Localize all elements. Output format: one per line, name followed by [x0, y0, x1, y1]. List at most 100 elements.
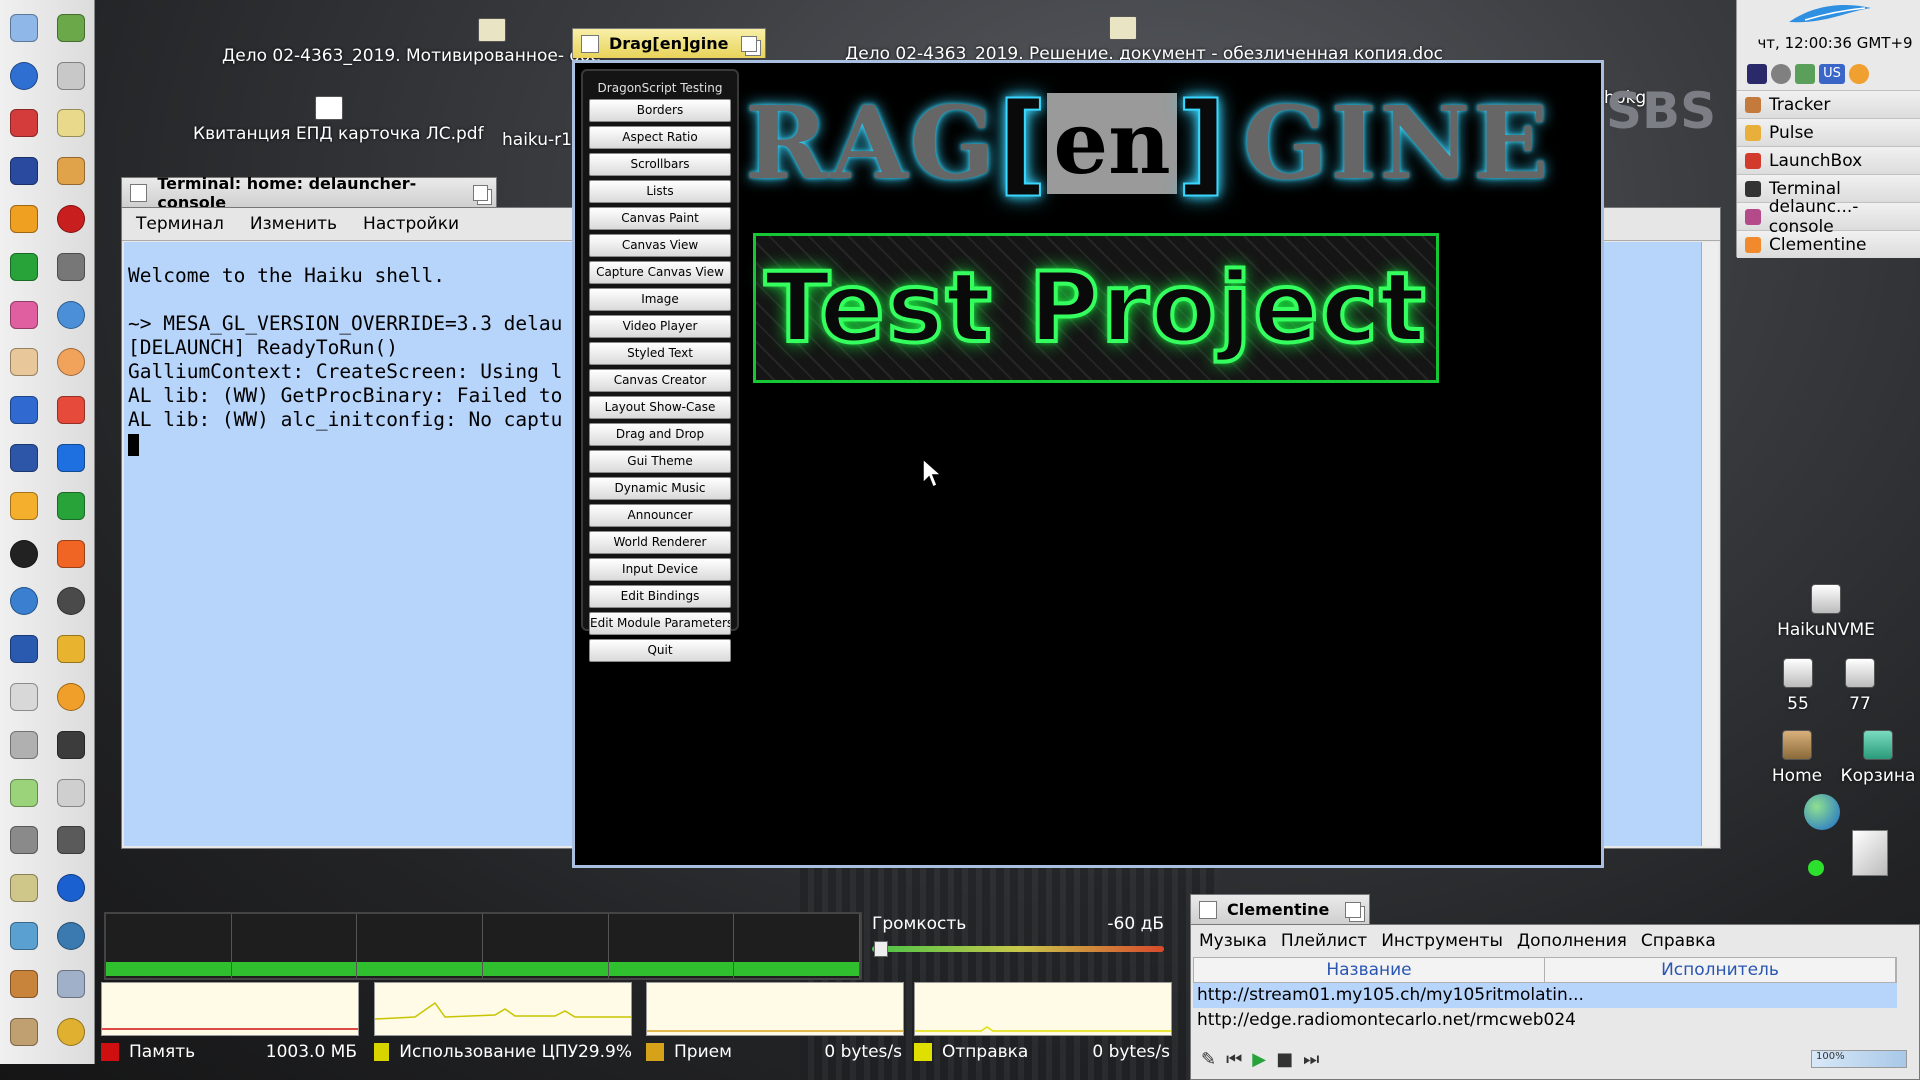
- dock-app-icon[interactable]: [47, 912, 94, 960]
- scrollbars-button[interactable]: Scrollbars: [589, 153, 731, 176]
- desktop-file[interactable]: haiku-r1: [502, 130, 572, 150]
- dock-app-icon[interactable]: [0, 482, 47, 530]
- dock-app-icon[interactable]: [0, 625, 47, 673]
- dock-app-icon[interactable]: [47, 721, 94, 769]
- desktop-volume[interactable]: 55: [1770, 658, 1826, 714]
- dock-app-icon[interactable]: [47, 864, 94, 912]
- lists-button[interactable]: Lists: [589, 180, 731, 203]
- world-renderer-button[interactable]: World Renderer: [589, 531, 731, 554]
- dock-app-icon[interactable]: [47, 530, 94, 578]
- styled-text-button[interactable]: Styled Text: [589, 342, 731, 365]
- zoom-icon[interactable]: [741, 35, 757, 52]
- desktop-volume[interactable]: Home: [1762, 730, 1832, 786]
- zoom-icon[interactable]: [472, 184, 488, 201]
- video-player-button[interactable]: Video Player: [589, 315, 731, 338]
- zoom-icon[interactable]: [1345, 901, 1361, 918]
- dock-app-icon[interactable]: [0, 530, 47, 578]
- desktop-volume[interactable]: Корзина: [1836, 730, 1920, 786]
- announcer-button[interactable]: Announcer: [589, 504, 731, 527]
- menu-settings[interactable]: Настройки: [363, 214, 459, 234]
- menu-edit[interactable]: Изменить: [250, 214, 337, 234]
- dock-app-icon[interactable]: [0, 1008, 47, 1056]
- menu-tools[interactable]: Инструменты: [1381, 931, 1503, 951]
- desktop-volume[interactable]: 77: [1832, 658, 1888, 714]
- drag-and-drop-button[interactable]: Drag and Drop: [589, 423, 731, 446]
- borders-button[interactable]: Borders: [589, 99, 731, 122]
- playlist-row[interactable]: http://edge.radiomontecarlo.net/rmcweb02…: [1193, 1008, 1897, 1033]
- previous-icon[interactable]: ⏮: [1226, 1049, 1242, 1070]
- desktop-file[interactable]: Дело 02-4363_2019. Мотивированное- обе: [222, 18, 601, 66]
- canvas-view-button[interactable]: Canvas View: [589, 234, 731, 257]
- dock-app-icon[interactable]: [47, 482, 94, 530]
- dock-app-icon[interactable]: [0, 673, 47, 721]
- dock-app-icon[interactable]: [0, 243, 47, 291]
- layout-show-case-button[interactable]: Layout Show-Case: [589, 396, 731, 419]
- dock-app-icon[interactable]: [47, 625, 94, 673]
- dragengine-window[interactable]: RAG [ en ] GINE Test Project DragonScrip…: [572, 60, 1604, 868]
- dock-app-icon[interactable]: [0, 195, 47, 243]
- dock-app-icon[interactable]: [0, 721, 47, 769]
- dock-app-icon[interactable]: [0, 578, 47, 626]
- dock-app-icon[interactable]: [0, 52, 47, 100]
- team-item-pulse[interactable]: Pulse: [1737, 118, 1920, 146]
- input-device-button[interactable]: Input Device: [589, 558, 731, 581]
- clementine-tray-icon[interactable]: [1849, 64, 1869, 84]
- dock-app-icon[interactable]: [47, 147, 94, 195]
- terminal-title-tab[interactable]: Terminal: home: delauncher-console: [121, 174, 497, 212]
- dock-app-icon[interactable]: [0, 912, 47, 960]
- close-icon[interactable]: [581, 34, 599, 53]
- love-icon[interactable]: ✎: [1201, 1049, 1216, 1070]
- dock-app-icon[interactable]: [47, 578, 94, 626]
- dock-app-icon[interactable]: [47, 1008, 94, 1056]
- volume-slider-knob[interactable]: [874, 941, 888, 957]
- server-box-icon[interactable]: [1852, 830, 1888, 876]
- dragengine-title-tab[interactable]: Drag[en]gine: [572, 28, 766, 58]
- close-icon[interactable]: [1199, 900, 1217, 919]
- media-icon[interactable]: [1771, 64, 1791, 84]
- dock-app-icon[interactable]: [47, 291, 94, 339]
- desktop-file[interactable]: Квитанция ЕПД карточка ЛС.pdf: [193, 96, 484, 144]
- dock-app-icon[interactable]: [47, 769, 94, 817]
- dock-app-icon[interactable]: [0, 4, 47, 52]
- dock-app-icon[interactable]: [47, 960, 94, 1008]
- dock-app-icon[interactable]: [0, 769, 47, 817]
- cpu-monitor-icon[interactable]: [1747, 64, 1767, 84]
- close-icon[interactable]: [130, 183, 148, 202]
- quit-button[interactable]: Quit: [589, 639, 731, 662]
- dock-app-icon[interactable]: [47, 434, 94, 482]
- dock-app-icon[interactable]: [0, 434, 47, 482]
- dock-app-icon[interactable]: [0, 864, 47, 912]
- clock[interactable]: чт, 12:00:36 GMT+9: [1751, 34, 1919, 52]
- canvas-creator-button[interactable]: Canvas Creator: [589, 369, 731, 392]
- desktop-file[interactable]: Дело 02-4363_2019. Решение. документ - о…: [845, 16, 1443, 64]
- terminal-scrollbar[interactable]: [1701, 242, 1718, 846]
- stop-icon[interactable]: ■: [1276, 1049, 1293, 1070]
- desktop-volume[interactable]: HaikuNVME: [1766, 584, 1886, 640]
- dock-app-icon[interactable]: [47, 673, 94, 721]
- dock-app-icon[interactable]: [47, 52, 94, 100]
- dock-app-icon[interactable]: [47, 817, 94, 865]
- team-item-tracker[interactable]: Tracker: [1737, 90, 1920, 118]
- dock-app-icon[interactable]: [47, 195, 94, 243]
- menu-music[interactable]: Музыка: [1199, 931, 1267, 951]
- dock-app-icon[interactable]: [0, 386, 47, 434]
- next-icon[interactable]: ⏭: [1303, 1049, 1319, 1070]
- dynamic-music-button[interactable]: Dynamic Music: [589, 477, 731, 500]
- canvas-paint-button[interactable]: Canvas Paint: [589, 207, 731, 230]
- dock-app-icon[interactable]: [0, 960, 47, 1008]
- edit-module-parameters-button[interactable]: Edit Module Parameters: [589, 612, 731, 635]
- team-item-delauncher-console[interactable]: delaunc...-console: [1737, 197, 1920, 237]
- dock-app-icon[interactable]: [0, 100, 47, 148]
- playlist-row[interactable]: http://stream01.my105.ch/my105ritmolatin…: [1193, 983, 1897, 1008]
- play-icon[interactable]: ▶: [1252, 1049, 1266, 1070]
- dock-app-icon[interactable]: [0, 817, 47, 865]
- edit-bindings-button[interactable]: Edit Bindings: [589, 585, 731, 608]
- menu-terminal[interactable]: Терминал: [136, 214, 224, 234]
- clementine-volume-bar[interactable]: 100%: [1811, 1050, 1907, 1068]
- network-icon[interactable]: [1795, 64, 1815, 84]
- menu-extras[interactable]: Дополнения: [1517, 931, 1627, 951]
- gui-theme-button[interactable]: Gui Theme: [589, 450, 731, 473]
- dock-app-icon[interactable]: [47, 4, 94, 52]
- dock-app-icon[interactable]: [0, 339, 47, 387]
- menu-help[interactable]: Справка: [1641, 931, 1716, 951]
